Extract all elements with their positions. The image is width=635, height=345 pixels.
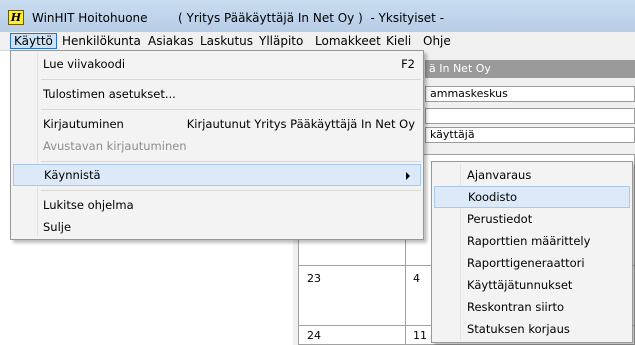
menu-ohje[interactable]: Ohje [420,33,454,49]
menu-item-read-barcode[interactable]: Lue viivakoodi F2 [13,53,421,75]
menu-laskutus[interactable]: Laskutus [197,33,256,49]
menu-item-label: Tulostimen asetukset... [43,87,176,101]
menu-item-label: Käyttäjätunnukset [467,278,573,292]
menu-item-login[interactable]: Kirjautuminen Kirjautunut Yritys Pääkäyt… [13,113,421,135]
menu-lomakkeet[interactable]: Lomakkeet [312,33,384,49]
app-logo-icon: H [8,10,24,25]
menu-item-assistant-login: Avustavan kirjautuminen [13,135,421,157]
menu-item-label: Lukitse ohjelma [43,198,134,212]
kaytto-dropdown-menu: Lue viivakoodi F2 Tulostimen asetukset..… [10,50,424,240]
submenu-item-koodisto[interactable]: Koodisto [434,186,630,208]
grid-number: 23 [307,272,321,285]
menu-separator [41,190,421,191]
menu-henkilokunta[interactable]: Henkilökunta [59,33,144,49]
grid-number: 4 [413,272,420,285]
start-submenu: Ajanvaraus Koodisto Perustiedot Raportti… [431,161,633,343]
menu-item-start[interactable]: Käynnistä [13,164,421,186]
submenu-item-perustiedot[interactable]: Perustiedot [434,208,630,230]
menu-item-close[interactable]: Sulje [13,216,421,238]
login-status-label: Kirjautunut Yritys Pääkäyttäjä In Net Oy [186,117,415,131]
menu-item-label: Avustavan kirjautuminen [43,139,187,153]
menu-item-label: Käynnistä [44,168,101,182]
menu-item-printer-settings[interactable]: Tulostimen asetukset... [13,83,421,105]
shortcut-label: F2 [401,57,415,71]
submenu-item-ajanvaraus[interactable]: Ajanvaraus [434,164,630,186]
menu-item-label: Lue viivakoodi [43,57,126,71]
menu-item-label: Perustiedot [467,212,533,226]
menu-separator [41,161,421,162]
window-title: WinHIT Hoitohuone ( Yritys Pääkäyttäjä I… [32,11,445,25]
menu-item-lock[interactable]: Lukitse ohjelma [13,194,421,216]
submenu-item-statuksen-korjaus[interactable]: Statuksen korjaus [434,318,630,340]
location-field[interactable]: ammaskeskus [425,86,635,102]
menu-item-label: Raporttigeneraattori [467,256,585,270]
submenu-item-raporttigeneraattori[interactable]: Raporttigeneraattori [434,252,630,274]
menu-kaytto[interactable]: Käyttö [10,33,57,49]
menu-separator [41,109,421,110]
title-bar: H WinHIT Hoitohuone ( Yritys Pääkäyttäjä… [0,0,635,32]
submenu-item-raporttien-maarittely[interactable]: Raporttien määrittely [434,230,630,252]
company-header: ä In Net Oy [425,60,635,78]
menu-item-label: Kirjautuminen [43,117,124,131]
blank-field[interactable] [425,108,635,124]
grid-number: 24 [307,329,321,342]
user-field[interactable]: käyttäjä [425,127,635,143]
menu-separator [41,79,421,80]
menu-item-label: Koodisto [468,190,518,204]
menu-item-label: Reskontran siirto [467,300,564,314]
menu-kieli[interactable]: Kieli [383,33,414,49]
menu-item-label: Sulje [43,220,72,234]
submenu-item-kayttajatunnukset[interactable]: Käyttäjätunnukset [434,274,630,296]
menu-item-label: Raporttien määrittely [467,234,591,248]
menu-yllapito[interactable]: Ylläpito [256,33,306,49]
grid-number: 11 [413,329,427,342]
menu-item-label: Ajanvaraus [467,168,532,182]
menu-bar: Käyttö Henkilökunta Asiakas Laskutus Yll… [0,32,635,51]
submenu-item-reskontran-siirto[interactable]: Reskontran siirto [434,296,630,318]
menu-asiakas[interactable]: Asiakas [145,33,197,49]
submenu-arrow-icon [406,172,410,180]
menu-item-label: Statuksen korjaus [467,322,570,336]
